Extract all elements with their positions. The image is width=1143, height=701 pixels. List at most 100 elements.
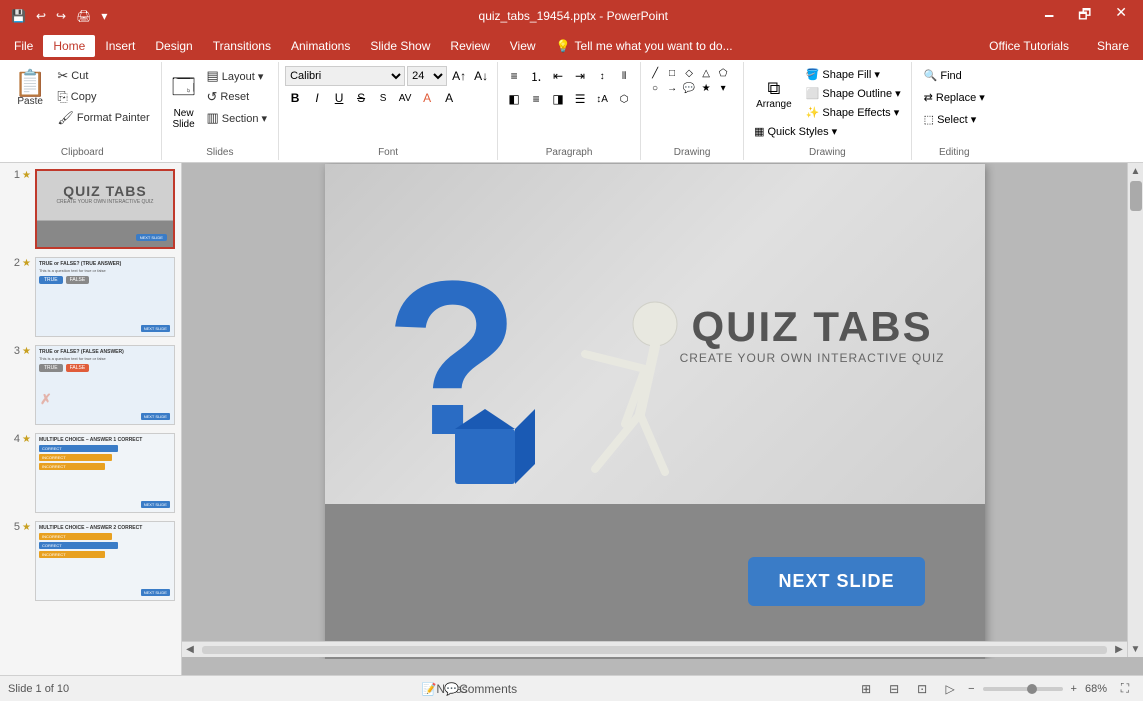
maximize-button[interactable]: 🗗 (1070, 2, 1099, 30)
callout-shape[interactable]: 💬 (681, 81, 697, 95)
close-button[interactable]: ✕ (1107, 2, 1135, 30)
scroll-left-button[interactable]: ◀ (182, 642, 198, 658)
arrange-button[interactable]: ⧉ Arrange (750, 74, 798, 114)
minimize-button[interactable]: 🗕 (1036, 2, 1062, 30)
font-increase-button[interactable]: A↑ (449, 66, 469, 86)
arrow-shape[interactable]: → (664, 81, 680, 95)
align-left-button[interactable]: ◧ (504, 89, 524, 109)
more-shapes[interactable]: ▾ (715, 81, 731, 95)
scroll-h-track[interactable] (202, 646, 1107, 654)
redo-icon[interactable]: ↪ (53, 7, 69, 25)
quick-styles-button[interactable]: ▦ Quick Styles ▾ (750, 123, 841, 140)
columns-button[interactable]: ⫴ (614, 66, 634, 86)
menu-animations[interactable]: Animations (281, 35, 360, 57)
scroll-up-button[interactable]: ▲ (1128, 163, 1143, 179)
menu-slideshow[interactable]: Slide Show (360, 35, 440, 57)
slide-sorter-button[interactable]: ⊟ (884, 679, 904, 699)
star-icon-3: ★ (22, 346, 31, 357)
oval-shape[interactable]: ○ (647, 81, 663, 95)
fit-to-window-button[interactable]: ⛶ (1115, 679, 1135, 699)
select-button[interactable]: ⬚ Select ▾ (918, 110, 983, 129)
slide-thumb-4[interactable]: 4 ★ MULTIPLE CHOICE – ANSWER 1 CORRECT C… (4, 431, 177, 515)
replace-button[interactable]: ⇄ Replace ▾ (918, 88, 991, 107)
menu-file[interactable]: File (4, 35, 43, 57)
slide-thumb-2[interactable]: 2 ★ TRUE or FALSE? (TRUE ANSWER) This is… (4, 255, 177, 339)
menu-insert[interactable]: Insert (95, 35, 145, 57)
format-painter-button[interactable]: 🖌 Format Painter (52, 108, 154, 128)
shape-fill-button[interactable]: 🪣 Shape Fill ▾ (802, 66, 905, 83)
cut-button[interactable]: ✂ Cut (52, 66, 154, 86)
menu-home[interactable]: Home (43, 35, 95, 57)
copy-button[interactable]: ⎘ Copy (52, 87, 154, 107)
font-size-select[interactable]: 24 (407, 66, 447, 86)
menu-transitions[interactable]: Transitions (203, 35, 281, 57)
normal-view-button[interactable]: ⊞ (856, 679, 876, 699)
shadow-button[interactable]: S (373, 88, 393, 108)
next-slide-button[interactable]: NEXT SLIDE (748, 557, 924, 606)
horizontal-scrollbar[interactable]: ◀ ▶ (182, 641, 1127, 657)
clipboard-label: Clipboard (4, 145, 161, 158)
underline-button[interactable]: U (329, 88, 349, 108)
comments-button[interactable]: 💬 Comments (471, 679, 491, 699)
text-highlight-button[interactable]: A (439, 88, 459, 108)
font-decrease-button[interactable]: A↓ (471, 66, 491, 86)
triangle-shape[interactable]: △ (698, 66, 714, 80)
zoom-thumb[interactable] (1027, 684, 1037, 694)
slide-thumb-1[interactable]: 1 ★ QUIZ TABS CREATE YOUR OWN INTERACTIV… (4, 167, 177, 251)
new-slide-button[interactable]: 🗔 New Slide (168, 66, 200, 134)
strikethrough-button[interactable]: S (351, 88, 371, 108)
font-family-select[interactable]: Calibri (285, 66, 405, 86)
menu-review[interactable]: Review (440, 35, 499, 57)
paste-button[interactable]: 📋 Paste (10, 66, 50, 111)
scroll-v-thumb[interactable] (1130, 181, 1142, 211)
drawing-group-label: Drawing (744, 145, 911, 158)
shape-effects-button[interactable]: ✨ Shape Effects ▾ (802, 104, 905, 121)
title-bar-left: 💾 ↩ ↪ 🖨 ▾ (8, 7, 110, 25)
vertical-scrollbar[interactable]: ▲ ▼ (1127, 163, 1143, 657)
office-tutorials-btn[interactable]: Office Tutorials (979, 35, 1079, 57)
align-center-button[interactable]: ≡ (526, 89, 546, 109)
print-icon[interactable]: 🖨 (73, 7, 94, 25)
menu-tell-me[interactable]: 💡 Tell me what you want to do... (546, 35, 743, 57)
section-button[interactable]: ▥ Section ▾ (202, 108, 273, 128)
bullets-button[interactable]: ≡ (504, 66, 524, 86)
slide-thumb-5[interactable]: 5 ★ MULTIPLE CHOICE – ANSWER 2 CORRECT I… (4, 519, 177, 603)
increase-indent-button[interactable]: ⇥ (570, 66, 590, 86)
italic-button[interactable]: I (307, 88, 327, 108)
star-shape[interactable]: ★ (698, 81, 714, 95)
zoom-in-button[interactable]: + (1071, 683, 1077, 695)
diamond-shape[interactable]: ◇ (681, 66, 697, 80)
find-button[interactable]: 🔍 Find (918, 66, 968, 85)
text-direction-button[interactable]: ↕A (592, 89, 612, 109)
scroll-v-track[interactable] (1128, 179, 1143, 641)
share-button[interactable]: Share (1087, 35, 1139, 57)
layout-button[interactable]: ▤ Layout ▾ (202, 66, 273, 86)
scroll-right-button[interactable]: ▶ (1111, 642, 1127, 658)
quick-access-dropdown[interactable]: ▾ (98, 7, 110, 25)
ribbon: 📋 Paste ✂ Cut ⎘ Copy 🖌 Format Painter Cl… (0, 60, 1143, 163)
convert-to-smartart-button[interactable]: ⬡ (614, 89, 634, 109)
numbering-button[interactable]: ⒈ (526, 66, 546, 86)
save-icon[interactable]: 💾 (8, 7, 29, 25)
rect-shape[interactable]: □ (664, 66, 680, 80)
menu-design[interactable]: Design (145, 35, 202, 57)
decrease-indent-button[interactable]: ⇤ (548, 66, 568, 86)
reset-button[interactable]: ↺ Reset (202, 87, 273, 107)
menu-view[interactable]: View (500, 35, 546, 57)
line-spacing-button[interactable]: ↕ (592, 66, 612, 86)
reading-view-button[interactable]: ⊡ (912, 679, 932, 699)
scroll-down-button[interactable]: ▼ (1128, 641, 1143, 657)
char-spacing-button[interactable]: AV (395, 88, 415, 108)
zoom-slider[interactable] (983, 687, 1063, 691)
slide-thumb-3[interactable]: 3 ★ TRUE or FALSE? (FALSE ANSWER) This i… (4, 343, 177, 427)
zoom-out-button[interactable]: − (968, 683, 974, 695)
font-color-button[interactable]: A (417, 88, 437, 108)
justify-button[interactable]: ☰ (570, 89, 590, 109)
align-right-button[interactable]: ◨ (548, 89, 568, 109)
shape-outline-button[interactable]: ⬜ Shape Outline ▾ (802, 85, 905, 102)
undo-icon[interactable]: ↩ (33, 7, 49, 25)
line-shape[interactable]: ╱ (647, 66, 663, 80)
pentagon-shape[interactable]: ⬠ (715, 66, 731, 80)
bold-button[interactable]: B (285, 88, 305, 108)
slideshow-button[interactable]: ▷ (940, 679, 960, 699)
